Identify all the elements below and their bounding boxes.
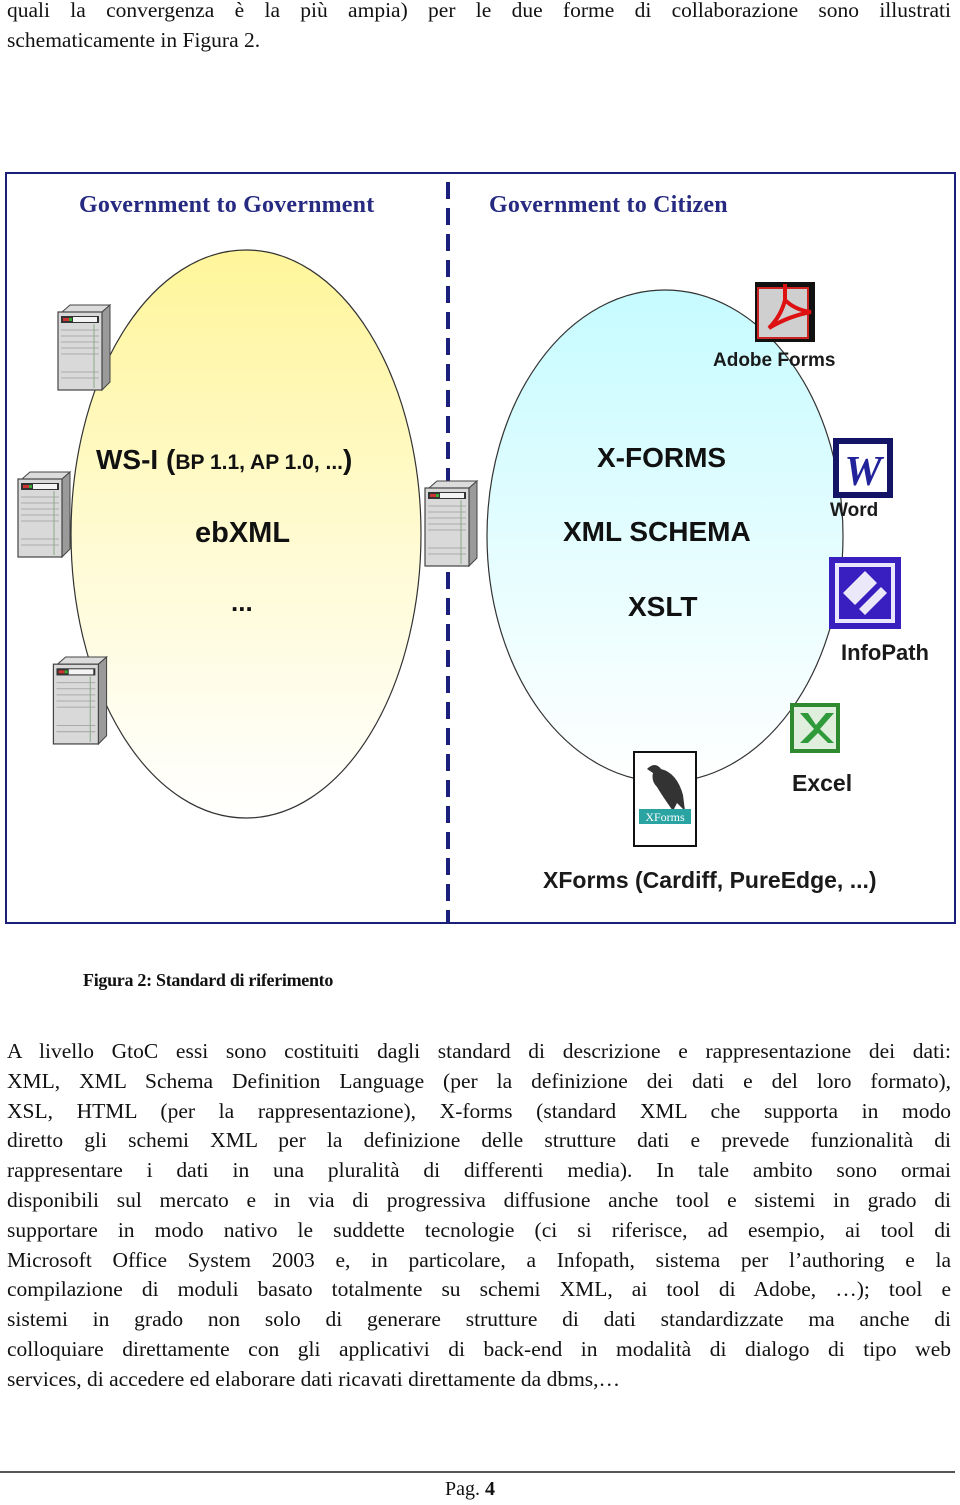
body-line: services, di accedere ed elaborare dati … xyxy=(7,1366,621,1391)
footer-divider xyxy=(0,1471,955,1473)
body-line: A livello GtoC essi sono costituiti dagl… xyxy=(7,1039,951,1063)
infopath-icon xyxy=(829,557,901,629)
intro-paragraph: quali la convergenza è la più ampia) per… xyxy=(7,0,951,56)
adobe-forms-label: Adobe Forms xyxy=(713,350,836,371)
wsi-standard: WS-I (BP 1.1, AP 1.0, ...) xyxy=(96,444,352,476)
intro-line: schematicamente in Figura 2. xyxy=(7,27,261,52)
svg-text:W: W xyxy=(844,449,884,495)
server-icon xyxy=(52,656,108,746)
wsi-close: ) xyxy=(343,444,353,475)
more-standards: ... xyxy=(231,587,253,617)
xforms-standard: X-FORMS xyxy=(597,442,727,473)
figure-diagram: Government to Government Government to C… xyxy=(5,172,956,924)
ebxml-standard: ebXML xyxy=(195,517,291,549)
body-line: XSL, HTML (per la rappresentazione), X-f… xyxy=(7,1098,951,1123)
page-number: Pag. 4 xyxy=(445,1478,495,1501)
page-prefix: Pag. xyxy=(445,1478,480,1500)
body-paragraph: A livello GtoC essi sono costituiti dagl… xyxy=(7,1037,951,1395)
body-line: supportare in modo nativo le suddette te… xyxy=(7,1217,951,1242)
xforms-book-icon: XForms xyxy=(633,751,697,847)
intro-line: quali la convergenza è la più ampia) per… xyxy=(7,0,951,22)
excel-icon xyxy=(790,703,840,753)
body-line: colloquiare direttamente con gli applica… xyxy=(7,1336,951,1361)
xforms-vendors-label: XForms (Cardiff, PureEdge, ...) xyxy=(543,867,877,893)
xforms-book-title: XForms xyxy=(645,810,685,824)
wsi-label: WS-I ( xyxy=(96,444,176,475)
body-line: disponibili sul mercato e in via di prog… xyxy=(7,1187,951,1212)
server-icon xyxy=(57,304,112,392)
wsi-detail: BP 1.1, AP 1.0, ... xyxy=(175,451,344,474)
body-line: sistemi in grado non solo di generare st… xyxy=(7,1307,951,1332)
page-number-value: 4 xyxy=(485,1478,495,1500)
adobe-acrobat-icon xyxy=(755,282,815,342)
xml-schema-standard: XML SCHEMA xyxy=(563,516,751,547)
body-line: XML, XML Schema Definition Language (per… xyxy=(7,1068,951,1093)
xslt-standard: XSLT xyxy=(628,591,698,622)
word-label: Word xyxy=(830,500,879,521)
server-icon xyxy=(17,471,72,559)
infopath-label: InfoPath xyxy=(841,640,929,665)
excel-label: Excel xyxy=(792,770,853,796)
body-line: compilazione di moduli basato totalmente… xyxy=(7,1277,951,1302)
body-line: Microsoft Office System 2003 e, in parti… xyxy=(7,1247,951,1272)
server-icon xyxy=(424,480,479,568)
g2c-header: Government to Citizen xyxy=(489,192,728,218)
word-icon: W xyxy=(833,438,893,498)
g2g-header: Government to Government xyxy=(79,192,375,218)
body-line: diretto gli schemi XML per la definizion… xyxy=(7,1128,951,1153)
figure-caption: Figura 2: Standard di riferimento xyxy=(83,970,334,990)
diagram-canvas xyxy=(70,182,844,922)
body-line: rappresentare i dati in una pluralità di… xyxy=(7,1158,951,1183)
server-icon-shape xyxy=(57,304,112,392)
